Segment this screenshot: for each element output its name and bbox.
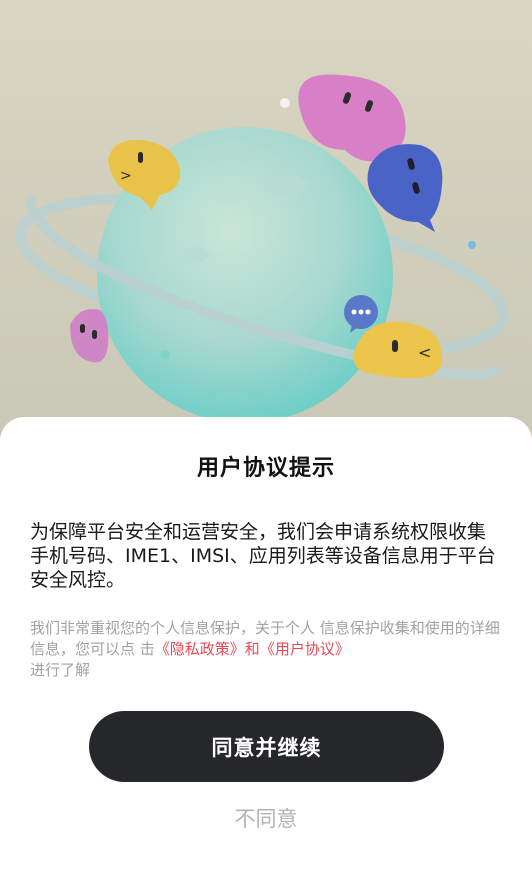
planet-illustration: > < [15, 74, 509, 423]
dialog-main-text: 为保障平台安全和运营安全，我们会申请系统权限收集手机号码、IME1、IMSI、应… [30, 521, 496, 591]
svg-text:>: > [120, 168, 132, 184]
svg-text:<: < [418, 343, 431, 362]
privacy-policy-link[interactable]: 《隐私政策》 [155, 640, 245, 658]
dialog-title: 用户协议提示 [196, 456, 335, 481]
dialog-sub-text: 我们非常重视您的个人信息保护，关于个人 信息保护收集和使用的详细信息，您可以点 … [30, 618, 502, 681]
decor-dot [468, 241, 476, 249]
sub-text-suffix: 进行了解 [30, 661, 91, 679]
small-pink-blob-character [70, 309, 109, 363]
and-text: 和 [244, 640, 260, 658]
user-agreement-link[interactable]: 《用户协议》 [260, 640, 350, 658]
agree-continue-button[interactable]: 同意并继续 [89, 711, 444, 782]
disagree-button[interactable]: 不同意 [0, 803, 532, 833]
decor-dot [280, 98, 290, 108]
planet-crater [181, 247, 209, 263]
planet-crater [263, 175, 307, 195]
decor-dot [160, 350, 170, 360]
